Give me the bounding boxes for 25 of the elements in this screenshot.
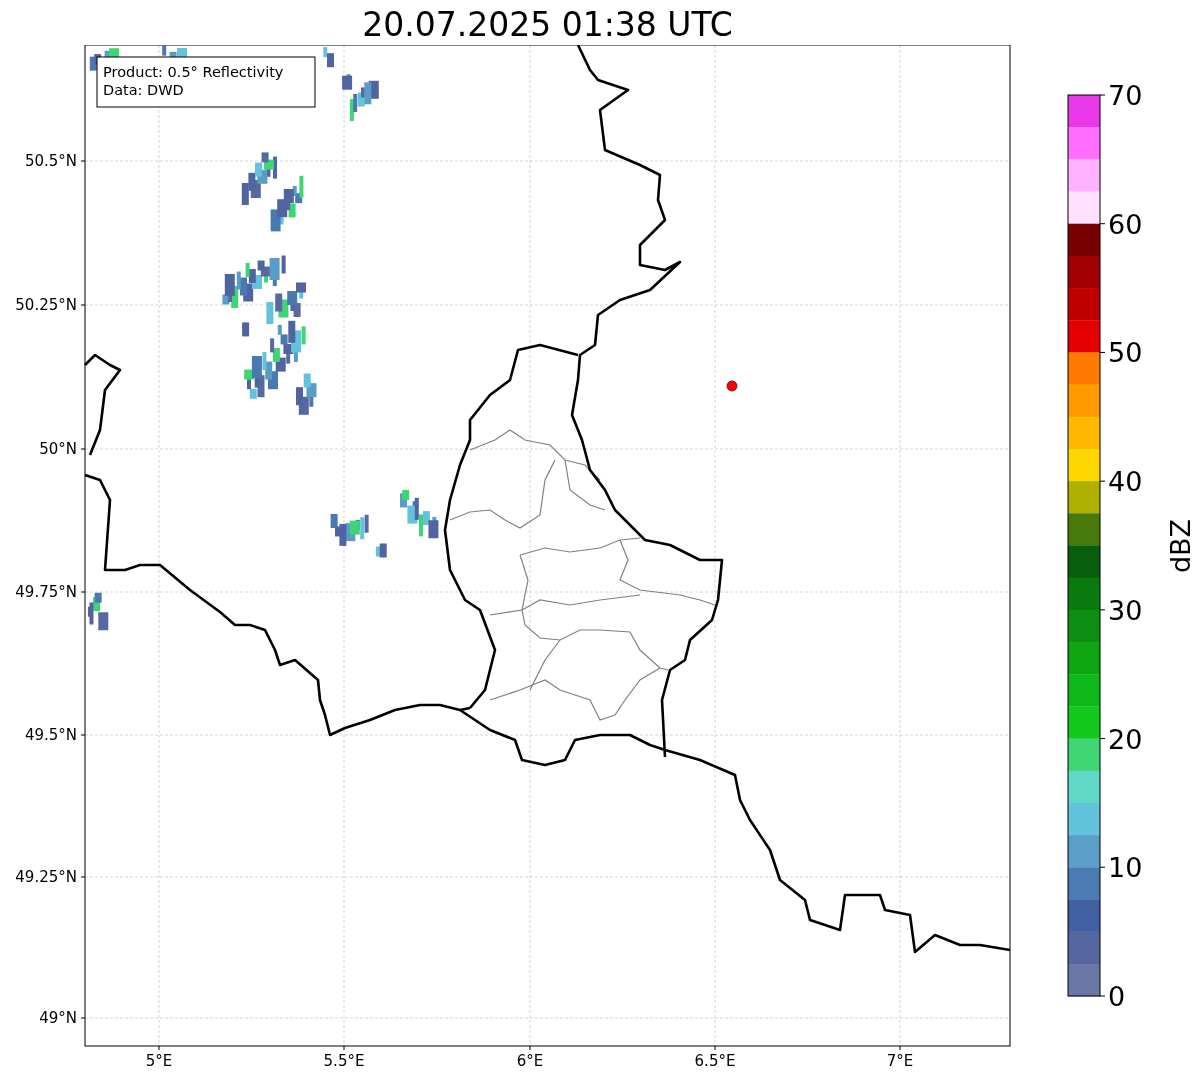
- axis-tick-label: 5°E: [145, 1052, 173, 1070]
- axis-tick-label: 7°E: [886, 1052, 914, 1070]
- axis-tick-label: 49°N: [39, 1009, 77, 1027]
- colorbar-tick-label: 20: [1108, 723, 1143, 755]
- axis-tick-label: 49.5°N: [24, 726, 77, 744]
- axis-tick-label: 50°N: [39, 440, 77, 458]
- axis-tick-label: 50.25°N: [15, 296, 77, 314]
- colorbar-tick-label: 50: [1108, 337, 1143, 369]
- colorbar-tick-label: 30: [1108, 594, 1143, 626]
- colorbar-tick-label: 70: [1108, 80, 1143, 111]
- colorbar-tick-label: 10: [1108, 852, 1143, 884]
- axis-tick-label: 5.5°E: [323, 1052, 365, 1070]
- location-marker: [726, 380, 738, 392]
- axis-tick-label: 6.5°E: [694, 1052, 736, 1070]
- chart-title: 20.07.2025 01:38 UTC: [362, 5, 733, 45]
- colorbar-label: dBZ: [1165, 518, 1196, 574]
- axis-tick-label: 49.25°N: [15, 868, 77, 886]
- axis-tick-label: 6°E: [516, 1052, 544, 1070]
- colorbar-tick-label: 0: [1108, 981, 1126, 1012]
- axis-tick-label: 49.75°N: [15, 583, 77, 601]
- legend-text: Data: DWD: [103, 82, 184, 98]
- colorbar-tick-label: 60: [1108, 208, 1143, 240]
- colorbar-tick-label: 40: [1108, 466, 1143, 498]
- legend-text: Product: 0.5° Reflectivity: [103, 64, 284, 80]
- axis-tick-label: 50.5°N: [24, 152, 77, 170]
